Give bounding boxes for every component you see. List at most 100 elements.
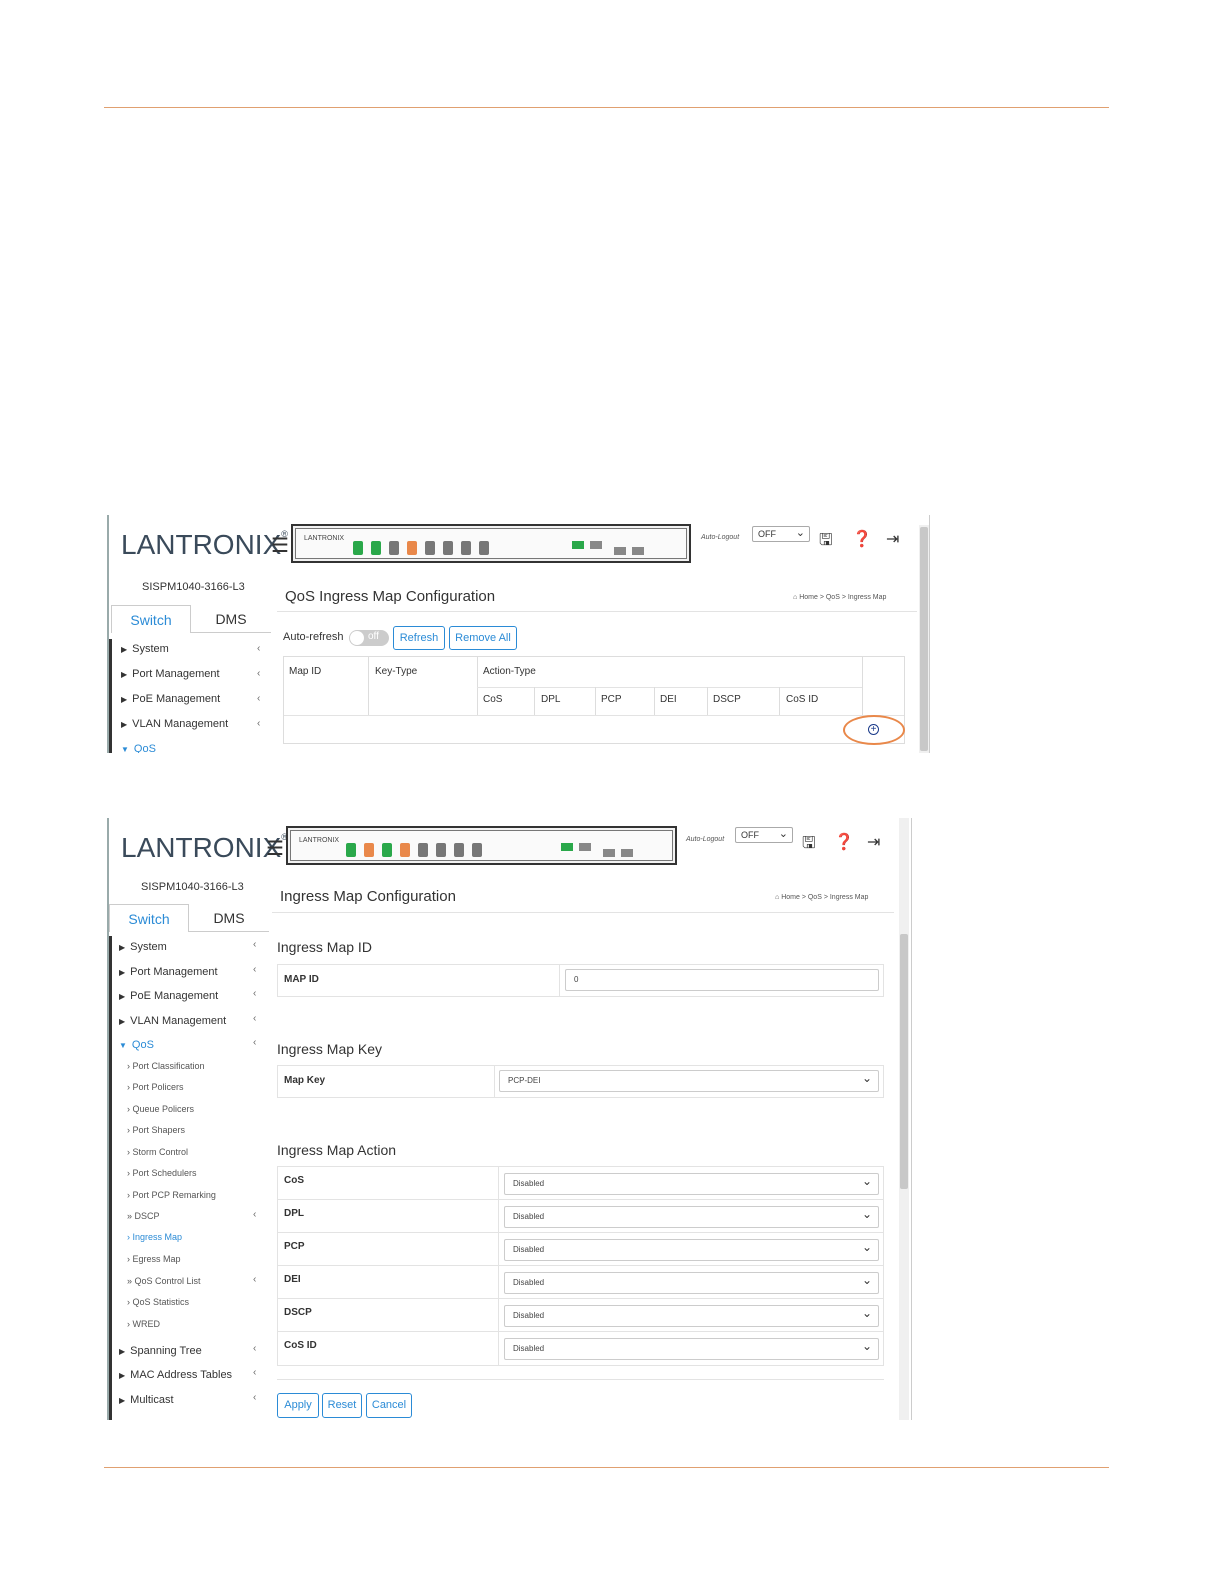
sidebar-item-system[interactable]: ▶ System — [121, 643, 169, 655]
ingress-map-table: Map ID Key-Type Action-Type CoS DPL PCP … — [283, 656, 905, 745]
sidebar-subitem-qos-statistics[interactable]: › QoS Statistics — [127, 1297, 189, 1307]
sidebar-item-mac-address-tables[interactable]: ▶ MAC Address Tables — [119, 1369, 232, 1381]
save-icon[interactable]: 🖫 — [802, 832, 816, 859]
section-title-ingress-map-id: Ingress Map ID — [277, 939, 372, 955]
tab-switch[interactable]: Switch — [109, 904, 189, 932]
sidebar-subitem-port-pcp-remarking[interactable]: › Port PCP Remarking — [127, 1190, 216, 1200]
tab-dms[interactable]: DMS — [189, 904, 269, 932]
map-id-input[interactable]: 0 — [565, 969, 879, 991]
tab-switch[interactable]: Switch — [111, 605, 191, 633]
col-header-action-type: Action-Type — [483, 666, 536, 677]
sidebar-item-system[interactable]: ▶ System — [119, 941, 167, 953]
menu-icon[interactable]: ☰ — [266, 836, 284, 861]
brand-logo: LANTRONIX® — [121, 832, 288, 863]
sidebar-subitem-qos-control-list[interactable]: » QoS Control List — [127, 1276, 201, 1286]
sidebar-item-qos[interactable]: ▼ QoS — [119, 1039, 154, 1051]
port-11[interactable] — [436, 843, 446, 857]
scrollbar[interactable] — [899, 818, 909, 1420]
switch-panel[interactable]: LANTRONIX — [286, 826, 677, 865]
help-icon[interactable]: ❓ — [852, 529, 872, 549]
action-select-cos-id[interactable]: Disabled — [504, 1338, 879, 1360]
port-5[interactable] — [382, 843, 392, 857]
breadcrumb-qos[interactable]: QoS — [826, 594, 840, 601]
sidebar-subitem-egress-map[interactable]: › Egress Map — [127, 1254, 181, 1264]
action-select-dpl[interactable]: Disabled — [504, 1206, 879, 1228]
port-15[interactable] — [472, 843, 482, 857]
sidebar-item-poe-management[interactable]: ▶ PoE Management — [121, 693, 220, 705]
sidebar-subitem-dscp[interactable]: » DSCP — [127, 1211, 160, 1221]
auto-refresh-toggle[interactable]: off — [349, 630, 389, 646]
port-9[interactable] — [425, 541, 435, 555]
sidebar-item-port-management[interactable]: ▶ Port Management — [119, 966, 218, 978]
action-label-dpl: DPL — [284, 1208, 304, 1219]
sidebar-item-spanning-tree[interactable]: ▶ Spanning Tree — [119, 1345, 202, 1357]
sfp-port-19[interactable] — [603, 849, 615, 857]
port-5[interactable] — [389, 541, 399, 555]
sfp-port-20[interactable] — [632, 547, 644, 555]
apply-button[interactable]: Apply — [277, 1393, 319, 1418]
sidebar-subitem-ingress-map[interactable]: › Ingress Map — [127, 1232, 182, 1242]
chevron-left-icon: ‹ — [253, 1209, 257, 1220]
cancel-button[interactable]: Cancel — [366, 1393, 412, 1418]
port-7[interactable] — [400, 843, 410, 857]
port-1[interactable] — [346, 843, 356, 857]
tab-dms[interactable]: DMS — [191, 605, 271, 633]
breadcrumb-home[interactable]: Home — [781, 894, 800, 901]
action-select-dscp[interactable]: Disabled — [504, 1305, 879, 1327]
sidebar-subitem-storm-control[interactable]: › Storm Control — [127, 1147, 188, 1157]
port-13[interactable] — [454, 843, 464, 857]
sidebar-subitem-port-classification[interactable]: › Port Classification — [127, 1061, 205, 1071]
port-7[interactable] — [407, 541, 417, 555]
page-title: Ingress Map Configuration — [280, 888, 456, 905]
port-13[interactable] — [461, 541, 471, 555]
col-header-cos: CoS — [483, 694, 503, 705]
action-select-dei[interactable]: Disabled — [504, 1272, 879, 1294]
sidebar-subitem-queue-policers[interactable]: › Queue Policers — [127, 1104, 194, 1114]
sidebar-item-port-management[interactable]: ▶ Port Management — [121, 668, 220, 680]
reset-button[interactable]: Reset — [322, 1393, 362, 1418]
sfp-port-20[interactable] — [621, 849, 633, 857]
chevron-left-icon: ‹ — [257, 718, 261, 729]
logout-icon[interactable]: ⇥ — [886, 529, 899, 549]
sidebar-subitem-port-schedulers[interactable]: › Port Schedulers — [127, 1168, 197, 1178]
sidebar-item-poe-management[interactable]: ▶ PoE Management — [119, 990, 218, 1002]
port-15[interactable] — [479, 541, 489, 555]
sidebar-item-multicast[interactable]: ▶ Multicast — [119, 1394, 174, 1406]
sidebar-item-vlan-management[interactable]: ▶ VLAN Management — [119, 1015, 226, 1027]
breadcrumb-qos[interactable]: QoS — [808, 894, 822, 901]
help-icon[interactable]: ❓ — [834, 832, 854, 852]
breadcrumb-ingress-map: Ingress Map — [847, 594, 887, 601]
port-1[interactable] — [353, 541, 363, 555]
scrollbar[interactable] — [919, 525, 929, 753]
action-select-pcp[interactable]: Disabled — [504, 1239, 879, 1261]
port-3[interactable] — [371, 541, 381, 555]
sfp-port-17[interactable] — [561, 843, 573, 851]
refresh-button[interactable]: Refresh — [393, 626, 445, 650]
port-11[interactable] — [443, 541, 453, 555]
save-icon[interactable]: 🖫 — [819, 529, 833, 556]
sidebar-item-qos[interactable]: ▼ QoS — [121, 743, 156, 753]
chevron-left-icon: ‹ — [253, 1037, 257, 1048]
sidebar-border — [109, 936, 112, 1420]
sfp-port-17[interactable] — [572, 541, 584, 549]
sidebar-item-vlan-management[interactable]: ▶ VLAN Management — [121, 718, 228, 730]
menu-icon[interactable]: ☰ — [271, 533, 289, 558]
top-bar: LANTRONIX® ☰ LANTRONIX Auto-Logout OFF 🖫 — [109, 515, 929, 577]
sfp-port-18[interactable] — [590, 541, 602, 549]
remove-all-button[interactable]: Remove All — [449, 626, 517, 650]
sidebar-subitem-wred[interactable]: › WRED — [127, 1319, 160, 1329]
port-9[interactable] — [418, 843, 428, 857]
sidebar-subitem-port-shapers[interactable]: › Port Shapers — [127, 1125, 185, 1135]
sfp-port-18[interactable] — [579, 843, 591, 851]
auto-logout-select[interactable]: OFF — [735, 827, 793, 843]
auto-logout-select[interactable]: OFF — [752, 526, 810, 542]
action-select-cos[interactable]: Disabled — [504, 1173, 879, 1195]
breadcrumb-home[interactable]: Home — [799, 594, 818, 601]
sidebar-subitem-port-policers[interactable]: › Port Policers — [127, 1082, 184, 1092]
switch-panel[interactable]: LANTRONIX — [291, 524, 691, 563]
logout-icon[interactable]: ⇥ — [867, 832, 880, 852]
map-key-select[interactable]: PCP-DEI — [499, 1070, 879, 1092]
action-row-pcp: PCP Disabled — [277, 1232, 884, 1266]
port-3[interactable] — [364, 843, 374, 857]
sfp-port-19[interactable] — [614, 547, 626, 555]
